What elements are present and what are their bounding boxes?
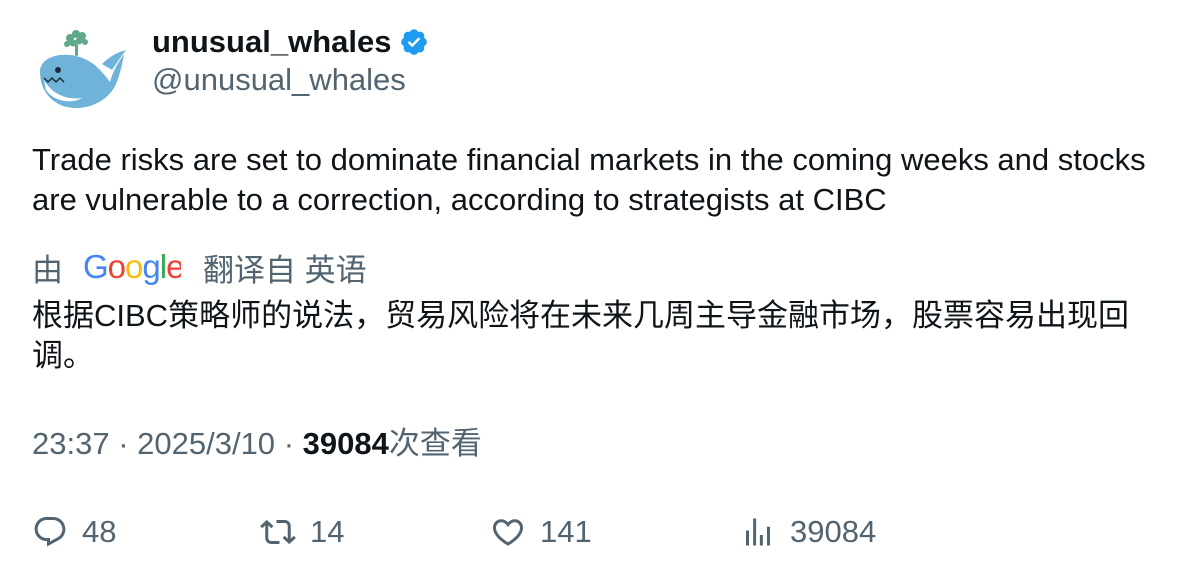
translation-source-language: 翻译自 英语 xyxy=(203,252,367,288)
whale-logo-icon xyxy=(40,30,126,108)
views-count: 39084 xyxy=(302,426,389,461)
translation-attribution: 由 Google 翻译自 英语 xyxy=(32,246,367,288)
google-logo-icon[interactable]: Google xyxy=(83,248,181,286)
tweet-date[interactable]: 2025/3/10 xyxy=(137,426,275,461)
author-name-row: unusual_whales xyxy=(152,22,429,62)
heart-icon xyxy=(492,519,524,546)
views-action-count: 39084 xyxy=(790,514,877,549)
meta-separator: · xyxy=(118,426,138,461)
reply-button[interactable]: 48 xyxy=(32,510,116,554)
translated-text: 根据CIBC策略师的说法，贸易风险将在未来几周主导金融市场，股票容易出现回调。 xyxy=(32,298,1130,373)
author-display-name[interactable]: unusual_whales xyxy=(152,24,391,60)
bar-chart-icon xyxy=(746,518,770,546)
avatar[interactable] xyxy=(32,24,128,120)
reply-count: 48 xyxy=(82,514,117,549)
retweet-icon xyxy=(260,519,296,545)
translation-prefix: 由 xyxy=(32,252,63,288)
views-button[interactable]: 39084 xyxy=(740,510,876,554)
svg-text:Google: Google xyxy=(83,248,181,285)
tweet-time[interactable]: 23:37 xyxy=(32,426,110,461)
retweet-button[interactable]: 14 xyxy=(260,510,344,554)
retweet-count: 14 xyxy=(310,514,345,549)
meta-separator: · xyxy=(283,426,303,461)
views-label: 次查看 xyxy=(388,426,482,461)
verified-badge-icon[interactable] xyxy=(399,27,429,57)
author-handle[interactable]: @unusual_whales xyxy=(152,62,406,98)
like-button[interactable]: 141 xyxy=(490,510,592,554)
like-count: 141 xyxy=(540,514,592,549)
reply-icon xyxy=(34,517,66,547)
tweet-text: Trade risks are set to dominate financia… xyxy=(32,142,1146,217)
tweet-meta: 23:37 · 2025/3/10 · 39084次查看 xyxy=(32,424,482,464)
